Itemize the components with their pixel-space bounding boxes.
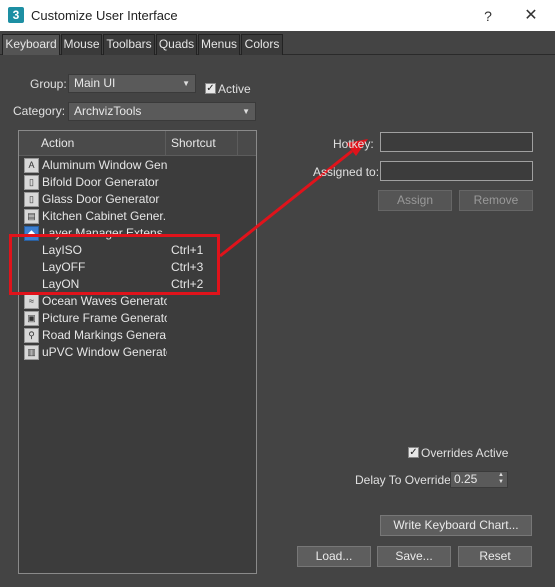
spinner-arrows-icon[interactable]: ▲ ▼ [498,472,504,486]
hotkey-field[interactable] [380,132,533,152]
assigned-to-field[interactable] [380,161,533,181]
annotation-arrow [219,139,368,258]
overrides-active-checkbox[interactable]: ✓ [408,447,419,458]
delay-value: 0.25 [454,472,478,486]
assign-button[interactable]: Assign [378,190,452,211]
hotkey-label: Hotkey: [333,137,374,151]
delay-label: Delay To Override: [355,473,455,487]
delay-spinner[interactable]: 0.25 ▲ ▼ [450,471,508,488]
write-keyboard-chart-button[interactable]: Write Keyboard Chart... [380,515,532,536]
reset-button[interactable]: Reset [458,546,532,567]
assigned-to-label: Assigned to: [313,165,380,179]
overrides-active-label: Overrides Active [421,446,509,460]
load-button[interactable]: Load... [297,546,371,567]
remove-button[interactable]: Remove [459,190,533,211]
save-button[interactable]: Save... [377,546,451,567]
